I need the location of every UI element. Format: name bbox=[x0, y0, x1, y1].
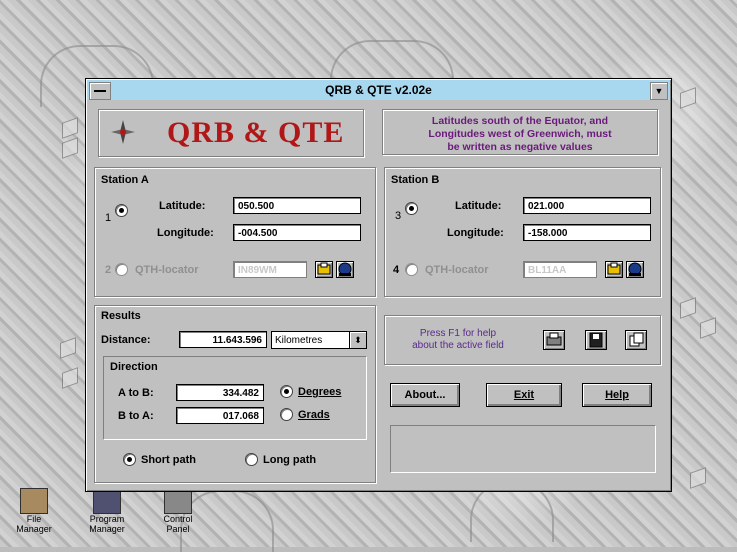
desktop-icon-label: File Manager bbox=[16, 514, 52, 534]
about-button[interactable]: About... bbox=[390, 383, 460, 407]
distance-unit-select[interactable]: Kilometres ⬍ bbox=[271, 331, 367, 349]
exit-button[interactable]: Exit bbox=[486, 383, 562, 407]
station-a-qth-radio[interactable] bbox=[115, 263, 128, 276]
system-menu-button[interactable] bbox=[89, 82, 111, 100]
station-a-longitude-label: Longitude: bbox=[157, 227, 214, 239]
long-path-radio[interactable] bbox=[245, 453, 258, 466]
f1-hint-line-1: Press F1 for help bbox=[419, 328, 497, 339]
station-b-longitude-input[interactable]: -158.000 bbox=[523, 224, 651, 241]
station-a-latitude-input[interactable]: 050.500 bbox=[233, 197, 361, 214]
notice-line-2: Longitudes west of Greenwich, must bbox=[428, 128, 612, 140]
control-panel-desktop-icon[interactable]: Control Panel bbox=[155, 488, 201, 534]
file-manager-icon bbox=[20, 488, 48, 514]
copy-button[interactable] bbox=[625, 330, 647, 350]
program-manager-desktop-icon[interactable]: Program Manager bbox=[82, 488, 132, 534]
grads-radio[interactable] bbox=[280, 408, 293, 421]
printer-icon bbox=[546, 332, 562, 346]
station-a-coords-radio[interactable] bbox=[115, 204, 128, 217]
station-a-radio2-label: 2 bbox=[105, 264, 112, 276]
globe-icon bbox=[338, 262, 352, 276]
station-b-radio3-label: 3 bbox=[395, 210, 402, 222]
station-b-longitude-label: Longitude: bbox=[447, 227, 504, 239]
results-group: Results Distance: 11.643.596 Kilometres … bbox=[94, 305, 376, 483]
station-b-group: Station B 3 Latitude: 021.000 Longitude:… bbox=[384, 167, 661, 297]
notice-line-3: be written as negative values bbox=[447, 141, 593, 153]
distance-label: Distance: bbox=[101, 334, 151, 346]
app-logo-text: QRB & QTE bbox=[167, 116, 345, 149]
window-title: QRB & QTE v2.02e bbox=[325, 83, 432, 97]
a-to-b-output: 334.482 bbox=[176, 384, 264, 401]
station-a-group: Station A 1 Latitude: 050.500 Longitude:… bbox=[94, 167, 376, 297]
notice-line-1: Latitudes south of the Equator, and bbox=[431, 115, 609, 127]
results-heading: Results bbox=[101, 310, 141, 322]
station-a-longitude-input[interactable]: -004.500 bbox=[233, 224, 361, 241]
grads-label: Grads bbox=[298, 409, 330, 421]
degrees-label: Degrees bbox=[298, 386, 342, 398]
minimize-button[interactable]: ▼ bbox=[650, 82, 668, 100]
station-b-radio4-label: 4 bbox=[393, 264, 400, 276]
distance-output: 11.643.596 bbox=[179, 331, 267, 348]
notice-panel: Latitudes south of the Equator, and Long… bbox=[382, 109, 658, 155]
title-bar[interactable]: QRB & QTE v2.02e ▼ bbox=[87, 80, 670, 100]
station-b-qth-input[interactable]: BL11AA bbox=[523, 261, 597, 278]
locator-icon bbox=[317, 262, 331, 275]
station-b-heading: Station B bbox=[391, 174, 440, 186]
station-b-qth-label: QTH-locator bbox=[425, 264, 489, 276]
station-b-locator-button[interactable] bbox=[605, 261, 623, 278]
station-a-qth-label: QTH-locator bbox=[135, 264, 199, 276]
station-a-qth-input[interactable]: IN89WM bbox=[233, 261, 307, 278]
station-b-latitude-input[interactable]: 021.000 bbox=[523, 197, 651, 214]
direction-heading: Direction bbox=[110, 361, 158, 373]
distance-unit-value: Kilometres bbox=[275, 335, 323, 346]
b-to-a-label: B to A: bbox=[118, 410, 154, 422]
print-button[interactable] bbox=[543, 330, 565, 350]
f1-hint: Press F1 for help about the active field bbox=[393, 328, 523, 352]
degrees-radio[interactable] bbox=[280, 385, 293, 398]
short-path-label: Short path bbox=[141, 454, 196, 466]
station-b-coords-radio[interactable] bbox=[405, 202, 418, 215]
f1-hint-line-2: about the active field bbox=[412, 340, 504, 351]
b-to-a-output: 017.068 bbox=[176, 407, 264, 424]
a-to-b-label: A to B: bbox=[118, 387, 154, 399]
station-b-latitude-label: Latitude: bbox=[455, 200, 502, 212]
save-button[interactable] bbox=[585, 330, 607, 350]
logo-panel: QRB & QTE bbox=[98, 109, 364, 157]
direction-group: Direction A to B: 334.482 B to A: 017.06… bbox=[103, 356, 367, 440]
desktop-icon-label: Program Manager bbox=[89, 514, 125, 534]
locator-icon bbox=[607, 262, 621, 275]
desktop-icon-label: Control Panel bbox=[163, 514, 193, 534]
station-a-heading: Station A bbox=[101, 174, 149, 186]
station-a-radio1-label: 1 bbox=[105, 212, 112, 224]
station-a-map-button[interactable] bbox=[336, 261, 354, 278]
globe-icon bbox=[628, 262, 642, 276]
short-path-radio[interactable] bbox=[123, 453, 136, 466]
help-panel: Press F1 for help about the active field bbox=[384, 315, 661, 365]
station-b-map-button[interactable] bbox=[626, 261, 644, 278]
long-path-label: Long path bbox=[263, 454, 317, 466]
station-a-locator-button[interactable] bbox=[315, 261, 333, 278]
copy-icon bbox=[629, 332, 644, 347]
station-b-qth-radio[interactable] bbox=[405, 263, 418, 276]
floppy-disk-icon bbox=[589, 332, 603, 348]
status-area bbox=[390, 425, 656, 473]
station-a-latitude-label: Latitude: bbox=[159, 200, 206, 212]
file-manager-desktop-icon[interactable]: File Manager bbox=[14, 488, 54, 534]
help-button[interactable]: Help bbox=[582, 383, 652, 407]
dropdown-arrow-icon[interactable]: ⬍ bbox=[349, 332, 366, 348]
compass-icon bbox=[111, 120, 135, 144]
qrb-qte-window: QRB & QTE v2.02e ▼ QRB & QTE Latitudes s… bbox=[85, 78, 672, 492]
